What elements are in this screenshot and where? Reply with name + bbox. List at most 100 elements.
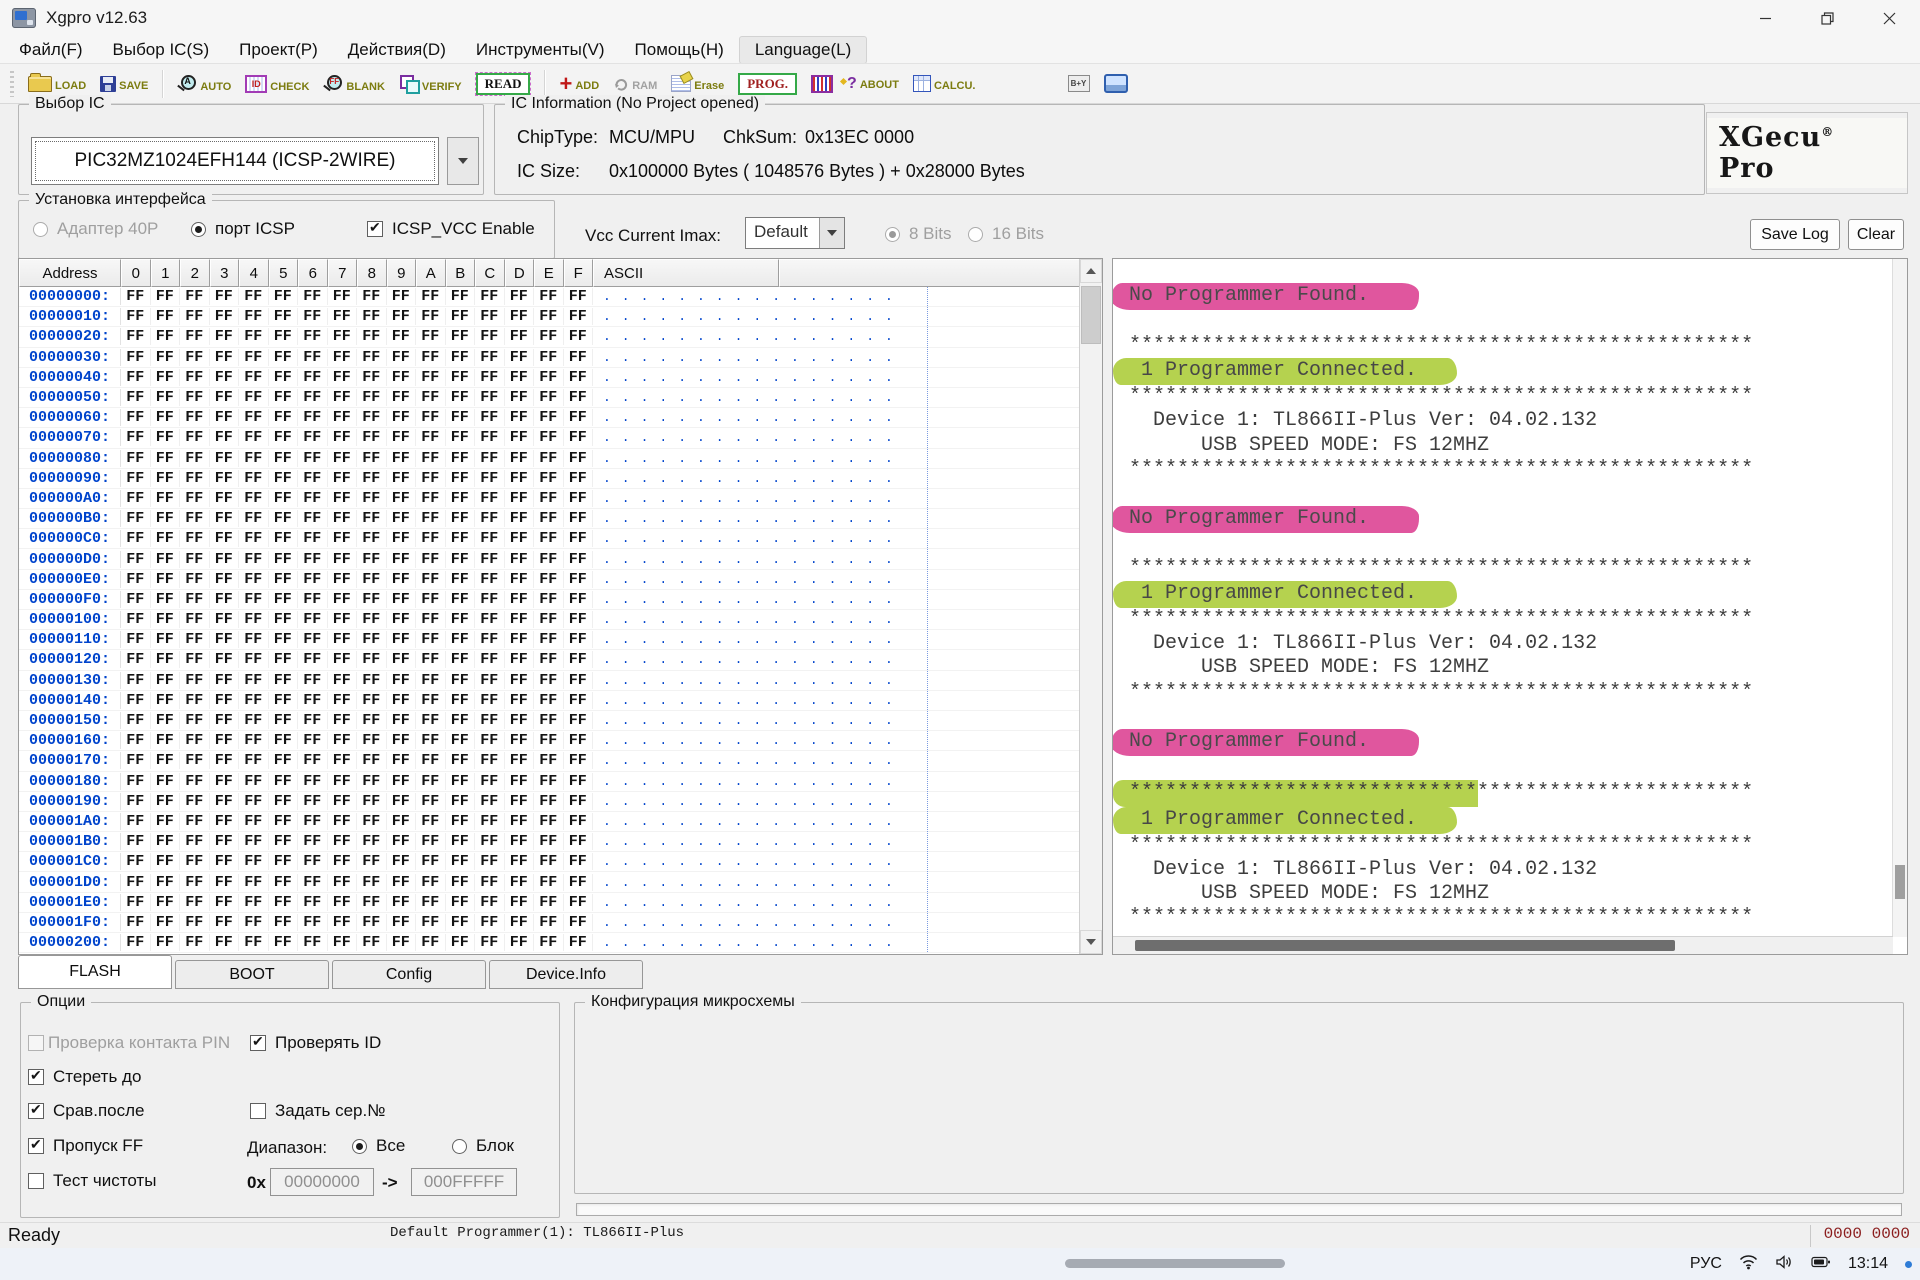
hex-byte[interactable]: FF [121, 571, 151, 588]
hex-byte[interactable]: FF [210, 611, 240, 628]
hex-byte[interactable]: FF [151, 551, 181, 568]
adapter-40p-radio[interactable]: Адаптер 40P [33, 219, 158, 239]
hex-byte[interactable]: FF [298, 530, 328, 547]
hex-byte[interactable]: FF [239, 853, 269, 870]
hex-byte[interactable]: FF [328, 369, 358, 386]
hex-row[interactable]: 000000C0:FFFFFFFFFFFFFFFFFFFFFFFFFFFFFFF… [19, 529, 1080, 549]
minimize-icon[interactable] [1734, 0, 1796, 36]
hex-byte[interactable]: FF [505, 429, 535, 446]
hex-byte[interactable]: FF [475, 349, 505, 366]
hex-byte[interactable]: FF [269, 490, 299, 507]
hex-byte[interactable]: FF [387, 308, 417, 325]
hex-byte[interactable]: FF [534, 389, 564, 406]
hex-byte[interactable]: FF [269, 631, 299, 648]
clock[interactable]: 13:14 [1848, 1255, 1888, 1273]
hex-byte[interactable]: FF [564, 530, 594, 547]
hex-byte[interactable]: FF [446, 793, 476, 810]
hex-byte[interactable]: FF [121, 934, 151, 951]
hex-byte[interactable]: FF [121, 813, 151, 830]
hex-col-header[interactable]: 6 [298, 259, 328, 287]
hex-byte[interactable]: FF [416, 712, 446, 729]
hex-byte[interactable]: FF [357, 369, 387, 386]
hex-byte[interactable]: FF [151, 853, 181, 870]
hex-byte[interactable]: FF [534, 328, 564, 345]
hex-byte[interactable]: FF [151, 470, 181, 487]
hex-byte[interactable]: FF [475, 914, 505, 931]
hex-byte[interactable]: FF [121, 833, 151, 850]
hex-byte[interactable]: FF [328, 328, 358, 345]
hex-byte[interactable]: FF [298, 914, 328, 931]
hex-byte[interactable]: FF [121, 389, 151, 406]
hex-row[interactable]: 00000050:FFFFFFFFFFFFFFFFFFFFFFFFFFFFFFF… [19, 388, 1080, 408]
hex-byte[interactable]: FF [564, 571, 594, 588]
hex-byte[interactable]: FF [387, 651, 417, 668]
hex-byte[interactable]: FF [328, 833, 358, 850]
hex-byte[interactable]: FF [298, 429, 328, 446]
hex-byte[interactable]: FF [239, 894, 269, 911]
hex-byte[interactable]: FF [180, 429, 210, 446]
hex-col-header[interactable]: 5 [269, 259, 299, 287]
hex-byte[interactable]: FF [416, 934, 446, 951]
hex-byte[interactable]: FF [387, 712, 417, 729]
hex-byte[interactable]: FF [475, 490, 505, 507]
hex-byte[interactable]: FF [505, 470, 535, 487]
hex-byte[interactable]: FF [121, 450, 151, 467]
hex-byte[interactable]: FF [239, 672, 269, 689]
hex-byte[interactable]: FF [534, 894, 564, 911]
hex-byte[interactable]: FF [475, 409, 505, 426]
hex-byte[interactable]: FF [269, 611, 299, 628]
hex-row[interactable]: 000000A0:FFFFFFFFFFFFFFFFFFFFFFFFFFFFFFF… [19, 489, 1080, 509]
hex-byte[interactable]: FF [269, 651, 299, 668]
hex-byte[interactable]: FF [387, 328, 417, 345]
hex-byte[interactable]: FF [210, 591, 240, 608]
hex-byte[interactable]: FF [328, 510, 358, 527]
hex-byte[interactable]: FF [564, 853, 594, 870]
hex-byte[interactable]: FF [564, 672, 594, 689]
hex-byte[interactable]: FF [534, 510, 564, 527]
hex-byte[interactable]: FF [121, 874, 151, 891]
hex-byte[interactable]: FF [505, 853, 535, 870]
hex-byte[interactable]: FF [564, 328, 594, 345]
hex-byte[interactable]: FF [564, 732, 594, 749]
hex-byte[interactable]: FF [387, 611, 417, 628]
hex-col-header[interactable]: 9 [387, 259, 417, 287]
hex-byte[interactable]: FF [239, 490, 269, 507]
hex-byte[interactable]: FF [121, 611, 151, 628]
hex-byte[interactable]: FF [564, 631, 594, 648]
hex-byte[interactable]: FF [446, 611, 476, 628]
hex-byte[interactable]: FF [239, 389, 269, 406]
hex-byte[interactable]: FF [387, 510, 417, 527]
wifi-icon[interactable] [1739, 1254, 1758, 1275]
hex-byte[interactable]: FF [180, 288, 210, 305]
log-horizontal-scrollbar[interactable] [1113, 936, 1893, 954]
hex-byte[interactable]: FF [298, 712, 328, 729]
hex-byte[interactable]: FF [564, 914, 594, 931]
hex-byte[interactable]: FF [564, 773, 594, 790]
hex-byte[interactable]: FF [505, 551, 535, 568]
hex-byte[interactable]: FF [269, 571, 299, 588]
hex-byte[interactable]: FF [121, 470, 151, 487]
hex-row[interactable]: 000000B0:FFFFFFFFFFFFFFFFFFFFFFFFFFFFFFF… [19, 509, 1080, 529]
hex-byte[interactable]: FF [298, 571, 328, 588]
hex-byte[interactable]: FF [446, 288, 476, 305]
hex-byte[interactable]: FF [357, 894, 387, 911]
hex-byte[interactable]: FF [446, 732, 476, 749]
hex-byte[interactable]: FF [505, 692, 535, 709]
hex-byte[interactable]: FF [534, 369, 564, 386]
program-button[interactable]: PROG. [738, 73, 797, 95]
hex-byte[interactable]: FF [387, 853, 417, 870]
hex-byte[interactable]: FF [357, 914, 387, 931]
hex-byte[interactable]: FF [328, 813, 358, 830]
ram-button[interactable]: RAM [613, 76, 657, 92]
auto-button[interactable]: A AUTO [177, 75, 231, 93]
hex-byte[interactable]: FF [298, 551, 328, 568]
hex-byte[interactable]: FF [357, 773, 387, 790]
hex-byte[interactable]: FF [357, 853, 387, 870]
hex-byte[interactable]: FF [151, 692, 181, 709]
hex-byte[interactable]: FF [446, 470, 476, 487]
hex-byte[interactable]: FF [387, 591, 417, 608]
hex-row[interactable]: 00000030:FFFFFFFFFFFFFFFFFFFFFFFFFFFFFFF… [19, 348, 1080, 368]
hex-row[interactable]: 00000190:FFFFFFFFFFFFFFFFFFFFFFFFFFFFFFF… [19, 792, 1080, 812]
hex-byte[interactable]: FF [534, 874, 564, 891]
hex-byte[interactable]: FF [357, 409, 387, 426]
